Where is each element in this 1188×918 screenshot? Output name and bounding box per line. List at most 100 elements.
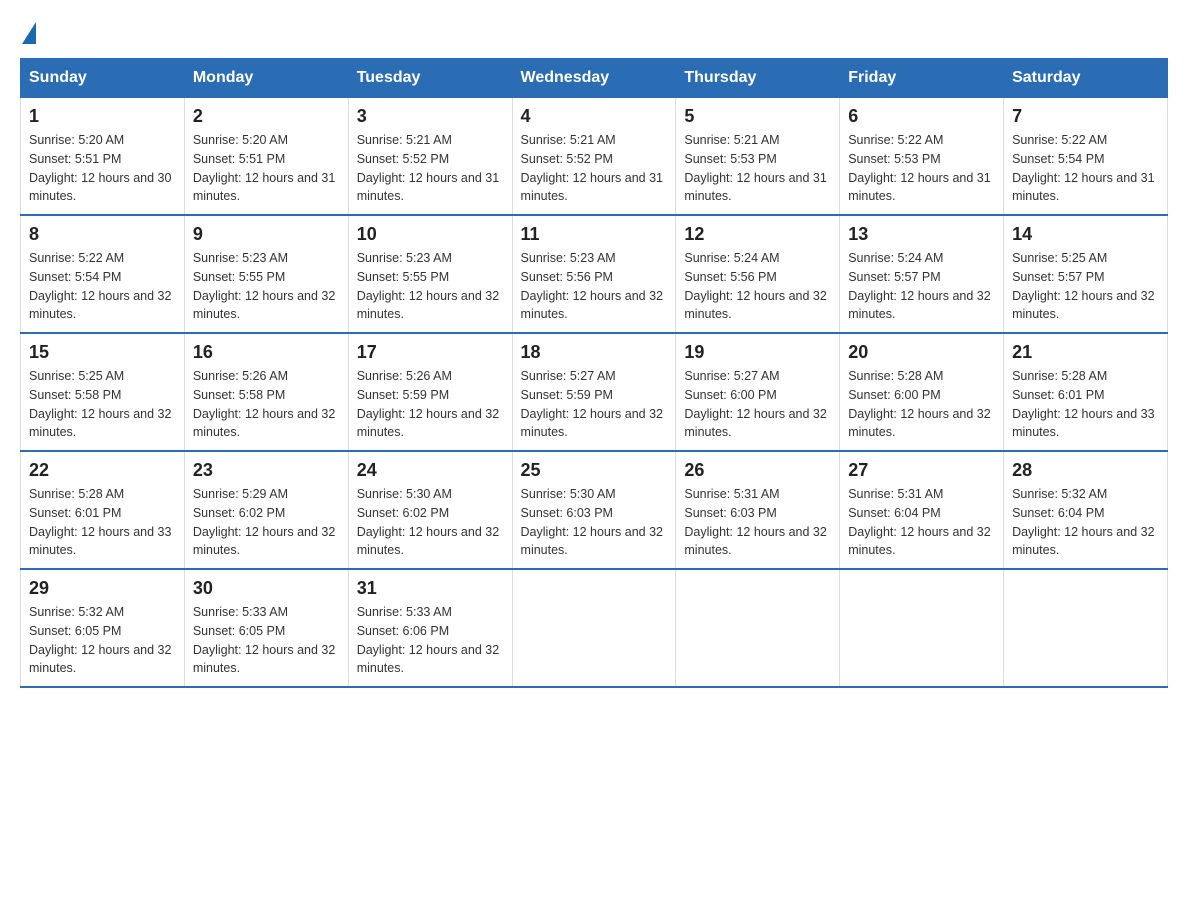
- day-info: Sunrise: 5:25 AM Sunset: 5:57 PM Dayligh…: [1012, 249, 1159, 324]
- day-info: Sunrise: 5:33 AM Sunset: 6:05 PM Dayligh…: [193, 603, 340, 678]
- day-number: 11: [521, 224, 668, 245]
- day-number: 2: [193, 106, 340, 127]
- day-number: 23: [193, 460, 340, 481]
- calendar-cell: 1 Sunrise: 5:20 AM Sunset: 5:51 PM Dayli…: [21, 98, 185, 216]
- day-number: 10: [357, 224, 504, 245]
- calendar-cell: 18 Sunrise: 5:27 AM Sunset: 5:59 PM Dayl…: [512, 333, 676, 451]
- calendar-week-row: 15 Sunrise: 5:25 AM Sunset: 5:58 PM Dayl…: [21, 333, 1168, 451]
- logo-triangle-icon: [22, 22, 36, 44]
- day-info: Sunrise: 5:24 AM Sunset: 5:56 PM Dayligh…: [684, 249, 831, 324]
- calendar-cell: 21 Sunrise: 5:28 AM Sunset: 6:01 PM Dayl…: [1004, 333, 1168, 451]
- calendar-cell: 11 Sunrise: 5:23 AM Sunset: 5:56 PM Dayl…: [512, 215, 676, 333]
- calendar-week-row: 1 Sunrise: 5:20 AM Sunset: 5:51 PM Dayli…: [21, 98, 1168, 216]
- day-number: 19: [684, 342, 831, 363]
- day-info: Sunrise: 5:22 AM Sunset: 5:54 PM Dayligh…: [29, 249, 176, 324]
- calendar-cell: 27 Sunrise: 5:31 AM Sunset: 6:04 PM Dayl…: [840, 451, 1004, 569]
- page-header: [20, 20, 1168, 38]
- calendar-cell: 24 Sunrise: 5:30 AM Sunset: 6:02 PM Dayl…: [348, 451, 512, 569]
- day-info: Sunrise: 5:31 AM Sunset: 6:04 PM Dayligh…: [848, 485, 995, 560]
- day-number: 15: [29, 342, 176, 363]
- day-info: Sunrise: 5:32 AM Sunset: 6:05 PM Dayligh…: [29, 603, 176, 678]
- calendar-cell: 20 Sunrise: 5:28 AM Sunset: 6:00 PM Dayl…: [840, 333, 1004, 451]
- calendar-cell: [512, 569, 676, 687]
- calendar-cell: 14 Sunrise: 5:25 AM Sunset: 5:57 PM Dayl…: [1004, 215, 1168, 333]
- calendar-cell: 31 Sunrise: 5:33 AM Sunset: 6:06 PM Dayl…: [348, 569, 512, 687]
- day-number: 12: [684, 224, 831, 245]
- day-number: 21: [1012, 342, 1159, 363]
- day-number: 8: [29, 224, 176, 245]
- calendar-cell: 4 Sunrise: 5:21 AM Sunset: 5:52 PM Dayli…: [512, 98, 676, 216]
- calendar-cell: 25 Sunrise: 5:30 AM Sunset: 6:03 PM Dayl…: [512, 451, 676, 569]
- day-info: Sunrise: 5:20 AM Sunset: 5:51 PM Dayligh…: [193, 131, 340, 206]
- calendar-header-row: SundayMondayTuesdayWednesdayThursdayFrid…: [21, 59, 1168, 98]
- day-info: Sunrise: 5:21 AM Sunset: 5:52 PM Dayligh…: [521, 131, 668, 206]
- day-info: Sunrise: 5:26 AM Sunset: 5:59 PM Dayligh…: [357, 367, 504, 442]
- calendar-cell: 17 Sunrise: 5:26 AM Sunset: 5:59 PM Dayl…: [348, 333, 512, 451]
- day-number: 5: [684, 106, 831, 127]
- calendar-cell: 29 Sunrise: 5:32 AM Sunset: 6:05 PM Dayl…: [21, 569, 185, 687]
- day-number: 28: [1012, 460, 1159, 481]
- day-info: Sunrise: 5:30 AM Sunset: 6:02 PM Dayligh…: [357, 485, 504, 560]
- day-number: 27: [848, 460, 995, 481]
- calendar-cell: [676, 569, 840, 687]
- calendar-cell: 15 Sunrise: 5:25 AM Sunset: 5:58 PM Dayl…: [21, 333, 185, 451]
- calendar-week-row: 8 Sunrise: 5:22 AM Sunset: 5:54 PM Dayli…: [21, 215, 1168, 333]
- day-number: 3: [357, 106, 504, 127]
- day-info: Sunrise: 5:20 AM Sunset: 5:51 PM Dayligh…: [29, 131, 176, 206]
- day-number: 7: [1012, 106, 1159, 127]
- calendar-cell: 8 Sunrise: 5:22 AM Sunset: 5:54 PM Dayli…: [21, 215, 185, 333]
- day-number: 30: [193, 578, 340, 599]
- calendar-cell: 10 Sunrise: 5:23 AM Sunset: 5:55 PM Dayl…: [348, 215, 512, 333]
- day-number: 29: [29, 578, 176, 599]
- calendar-header-monday: Monday: [184, 59, 348, 98]
- calendar-cell: 12 Sunrise: 5:24 AM Sunset: 5:56 PM Dayl…: [676, 215, 840, 333]
- day-info: Sunrise: 5:23 AM Sunset: 5:56 PM Dayligh…: [521, 249, 668, 324]
- calendar-cell: 28 Sunrise: 5:32 AM Sunset: 6:04 PM Dayl…: [1004, 451, 1168, 569]
- day-number: 14: [1012, 224, 1159, 245]
- day-number: 16: [193, 342, 340, 363]
- day-info: Sunrise: 5:26 AM Sunset: 5:58 PM Dayligh…: [193, 367, 340, 442]
- calendar-cell: 22 Sunrise: 5:28 AM Sunset: 6:01 PM Dayl…: [21, 451, 185, 569]
- day-info: Sunrise: 5:33 AM Sunset: 6:06 PM Dayligh…: [357, 603, 504, 678]
- calendar-cell: 3 Sunrise: 5:21 AM Sunset: 5:52 PM Dayli…: [348, 98, 512, 216]
- day-info: Sunrise: 5:23 AM Sunset: 5:55 PM Dayligh…: [357, 249, 504, 324]
- calendar-header-sunday: Sunday: [21, 59, 185, 98]
- day-info: Sunrise: 5:24 AM Sunset: 5:57 PM Dayligh…: [848, 249, 995, 324]
- day-info: Sunrise: 5:23 AM Sunset: 5:55 PM Dayligh…: [193, 249, 340, 324]
- calendar-cell: 30 Sunrise: 5:33 AM Sunset: 6:05 PM Dayl…: [184, 569, 348, 687]
- logo: [20, 20, 36, 38]
- day-info: Sunrise: 5:22 AM Sunset: 5:54 PM Dayligh…: [1012, 131, 1159, 206]
- calendar-table: SundayMondayTuesdayWednesdayThursdayFrid…: [20, 58, 1168, 688]
- calendar-header-wednesday: Wednesday: [512, 59, 676, 98]
- day-info: Sunrise: 5:21 AM Sunset: 5:53 PM Dayligh…: [684, 131, 831, 206]
- calendar-cell: 7 Sunrise: 5:22 AM Sunset: 5:54 PM Dayli…: [1004, 98, 1168, 216]
- day-info: Sunrise: 5:28 AM Sunset: 6:01 PM Dayligh…: [1012, 367, 1159, 442]
- calendar-cell: 5 Sunrise: 5:21 AM Sunset: 5:53 PM Dayli…: [676, 98, 840, 216]
- calendar-cell: [840, 569, 1004, 687]
- calendar-header-friday: Friday: [840, 59, 1004, 98]
- day-info: Sunrise: 5:30 AM Sunset: 6:03 PM Dayligh…: [521, 485, 668, 560]
- day-number: 18: [521, 342, 668, 363]
- day-number: 1: [29, 106, 176, 127]
- calendar-cell: 9 Sunrise: 5:23 AM Sunset: 5:55 PM Dayli…: [184, 215, 348, 333]
- day-info: Sunrise: 5:29 AM Sunset: 6:02 PM Dayligh…: [193, 485, 340, 560]
- day-info: Sunrise: 5:22 AM Sunset: 5:53 PM Dayligh…: [848, 131, 995, 206]
- calendar-week-row: 29 Sunrise: 5:32 AM Sunset: 6:05 PM Dayl…: [21, 569, 1168, 687]
- day-info: Sunrise: 5:27 AM Sunset: 6:00 PM Dayligh…: [684, 367, 831, 442]
- day-number: 20: [848, 342, 995, 363]
- calendar-cell: 6 Sunrise: 5:22 AM Sunset: 5:53 PM Dayli…: [840, 98, 1004, 216]
- calendar-week-row: 22 Sunrise: 5:28 AM Sunset: 6:01 PM Dayl…: [21, 451, 1168, 569]
- day-number: 22: [29, 460, 176, 481]
- day-info: Sunrise: 5:25 AM Sunset: 5:58 PM Dayligh…: [29, 367, 176, 442]
- calendar-cell: 26 Sunrise: 5:31 AM Sunset: 6:03 PM Dayl…: [676, 451, 840, 569]
- day-number: 26: [684, 460, 831, 481]
- calendar-cell: 13 Sunrise: 5:24 AM Sunset: 5:57 PM Dayl…: [840, 215, 1004, 333]
- day-info: Sunrise: 5:21 AM Sunset: 5:52 PM Dayligh…: [357, 131, 504, 206]
- day-info: Sunrise: 5:31 AM Sunset: 6:03 PM Dayligh…: [684, 485, 831, 560]
- day-number: 13: [848, 224, 995, 245]
- day-number: 4: [521, 106, 668, 127]
- calendar-cell: 19 Sunrise: 5:27 AM Sunset: 6:00 PM Dayl…: [676, 333, 840, 451]
- day-info: Sunrise: 5:28 AM Sunset: 6:01 PM Dayligh…: [29, 485, 176, 560]
- calendar-cell: [1004, 569, 1168, 687]
- day-number: 9: [193, 224, 340, 245]
